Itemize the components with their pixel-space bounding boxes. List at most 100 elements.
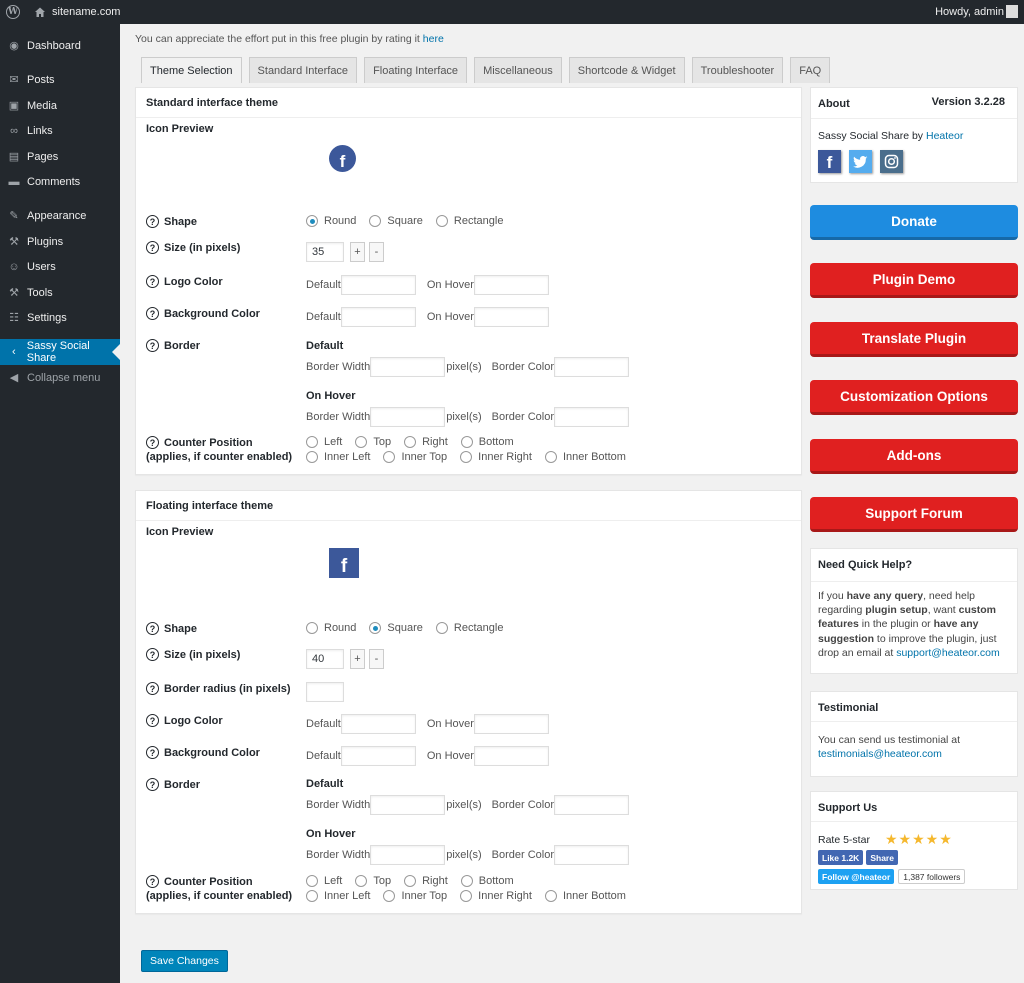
facebook-icon[interactable]: f <box>818 150 841 173</box>
sidebar-item-sassy-social-share[interactable]: ‹ Sassy Social Share <box>0 339 120 365</box>
radio-button[interactable] <box>306 436 318 448</box>
border-color-input[interactable] <box>554 845 630 865</box>
hover-color-input[interactable] <box>473 275 549 295</box>
radio-button[interactable] <box>460 451 473 463</box>
add-ons-button[interactable]: Add-ons <box>810 439 1018 474</box>
tab-miscellaneous[interactable]: Miscellaneous <box>474 57 562 83</box>
radio-button[interactable] <box>306 890 318 902</box>
rating-stars[interactable]: ★★★★★ <box>885 831 953 848</box>
help-question-icon[interactable]: ? <box>146 648 159 661</box>
counter-position-radio-group-option[interactable]: Top <box>355 875 391 887</box>
sidebar-item-plugins[interactable]: ⚒ Plugins <box>0 229 120 255</box>
sidebar-item-media[interactable]: ▣ Media <box>0 93 120 119</box>
customization-options-button[interactable]: Customization Options <box>810 380 1018 415</box>
testimonial-email-link[interactable]: testimonials@heateor.com <box>818 748 942 760</box>
tab-faq[interactable]: FAQ <box>790 57 831 83</box>
help-question-icon[interactable]: ? <box>146 778 159 791</box>
border-radius-input[interactable] <box>306 682 344 702</box>
translate-plugin-button[interactable]: Translate Plugin <box>810 322 1018 357</box>
rate-here-link[interactable]: here <box>423 33 444 45</box>
tab-troubleshooter[interactable]: Troubleshooter <box>691 57 784 83</box>
border-color-input[interactable] <box>554 357 630 377</box>
size-input[interactable]: 35 <box>306 242 344 262</box>
hover-color-input[interactable] <box>473 307 549 327</box>
twitter-icon[interactable] <box>849 150 872 173</box>
default-color-input[interactable] <box>340 746 416 766</box>
radio-button[interactable] <box>460 875 473 887</box>
counter-position-inner-radio-group-option[interactable]: Inner Top <box>383 451 447 463</box>
twitter-follow-button[interactable]: Follow @heateor <box>818 869 895 884</box>
sidebar-item-dashboard[interactable]: ◉ Dashboard <box>0 33 120 59</box>
facebook-share-button[interactable]: Share <box>866 850 898 865</box>
counter-position-radio-group-option[interactable]: Left <box>306 436 342 448</box>
hover-color-input[interactable] <box>473 746 549 766</box>
counter-position-inner-radio-group-option[interactable]: Inner Bottom <box>544 890 626 902</box>
sidebar-item-tools[interactable]: ⚒ Tools <box>0 280 120 306</box>
counter-position-inner-radio-group-option[interactable]: Inner Right <box>460 451 532 463</box>
default-color-input[interactable] <box>340 714 416 734</box>
shape-radio-group-option[interactable]: Square <box>369 215 423 227</box>
radio-button[interactable] <box>306 215 318 227</box>
facebook-like-button[interactable]: Like 1.2K <box>818 850 864 865</box>
radio-button[interactable] <box>383 890 396 902</box>
help-question-icon[interactable]: ? <box>146 746 159 759</box>
counter-position-inner-radio-group-option[interactable]: Inner Left <box>306 451 370 463</box>
tab-floating-interface[interactable]: Floating Interface <box>364 57 468 83</box>
border-color-input[interactable] <box>554 407 630 427</box>
radio-button[interactable] <box>544 451 557 463</box>
counter-position-radio-group-option[interactable]: Top <box>355 436 391 448</box>
tab-standard-interface[interactable]: Standard Interface <box>248 57 358 83</box>
sidebar-item-posts[interactable]: ✉ Posts <box>0 67 120 93</box>
plugin-demo-button[interactable]: Plugin Demo <box>810 263 1018 298</box>
help-question-icon[interactable]: ? <box>146 241 159 254</box>
shape-radio-group-option[interactable]: Square <box>369 622 423 634</box>
help-question-icon[interactable]: ? <box>146 339 159 352</box>
border-width-input[interactable] <box>370 795 446 815</box>
default-color-input[interactable] <box>340 275 416 295</box>
increase-size-button[interactable]: + <box>350 649 365 669</box>
radio-button[interactable] <box>369 622 382 634</box>
star-icon[interactable]: ★ <box>939 831 952 847</box>
radio-button[interactable] <box>306 875 318 887</box>
help-question-icon[interactable]: ? <box>146 714 159 727</box>
avatar[interactable] <box>1006 5 1018 18</box>
shape-radio-group-option[interactable]: Round <box>306 215 356 227</box>
help-question-icon[interactable]: ? <box>146 682 159 695</box>
help-question-icon[interactable]: ? <box>146 307 159 320</box>
radio-button[interactable] <box>544 890 557 902</box>
default-color-input[interactable] <box>340 307 416 327</box>
hover-color-input[interactable] <box>473 714 549 734</box>
radio-button[interactable] <box>404 436 417 448</box>
border-color-input[interactable] <box>554 795 630 815</box>
help-question-icon[interactable]: ? <box>146 622 159 635</box>
shape-radio-group-option[interactable]: Rectangle <box>435 622 503 634</box>
counter-position-inner-radio-group-option[interactable]: Inner Left <box>306 890 370 902</box>
sidebar-item-collapse-menu[interactable]: ◀ Collapse menu <box>0 365 120 391</box>
sidebar-item-comments[interactable]: ▬ Comments <box>0 169 120 195</box>
radio-button[interactable] <box>435 622 448 634</box>
decrease-size-button[interactable]: - <box>369 242 384 262</box>
counter-position-radio-group-option[interactable]: Right <box>404 436 448 448</box>
sidebar-item-settings[interactable]: ☷ Settings <box>0 305 120 331</box>
radio-button[interactable] <box>460 436 473 448</box>
counter-position-inner-radio-group-option[interactable]: Inner Top <box>383 890 447 902</box>
author-link[interactable]: Heateor <box>926 130 963 142</box>
radio-button[interactable] <box>306 622 318 634</box>
star-icon[interactable]: ★ <box>885 831 898 847</box>
counter-position-radio-group-option[interactable]: Bottom <box>460 436 514 448</box>
home-icon[interactable] <box>34 6 46 18</box>
border-width-input[interactable] <box>370 407 446 427</box>
help-question-icon[interactable]: ? <box>146 436 159 449</box>
radio-button[interactable] <box>355 875 368 887</box>
star-icon[interactable]: ★ <box>912 831 925 847</box>
shape-radio-group-option[interactable]: Round <box>306 622 356 634</box>
tab-shortcode-widget[interactable]: Shortcode & Widget <box>568 57 685 83</box>
increase-size-button[interactable]: + <box>350 242 365 262</box>
counter-position-inner-radio-group-option[interactable]: Inner Right <box>460 890 532 902</box>
tab-theme-selection[interactable]: Theme Selection <box>141 57 242 83</box>
border-width-input[interactable] <box>370 845 446 865</box>
support-forum-button[interactable]: Support Forum <box>810 497 1018 532</box>
support-email-link[interactable]: support@heateor.com <box>896 647 999 659</box>
radio-button[interactable] <box>369 215 382 227</box>
help-question-icon[interactable]: ? <box>146 875 159 888</box>
